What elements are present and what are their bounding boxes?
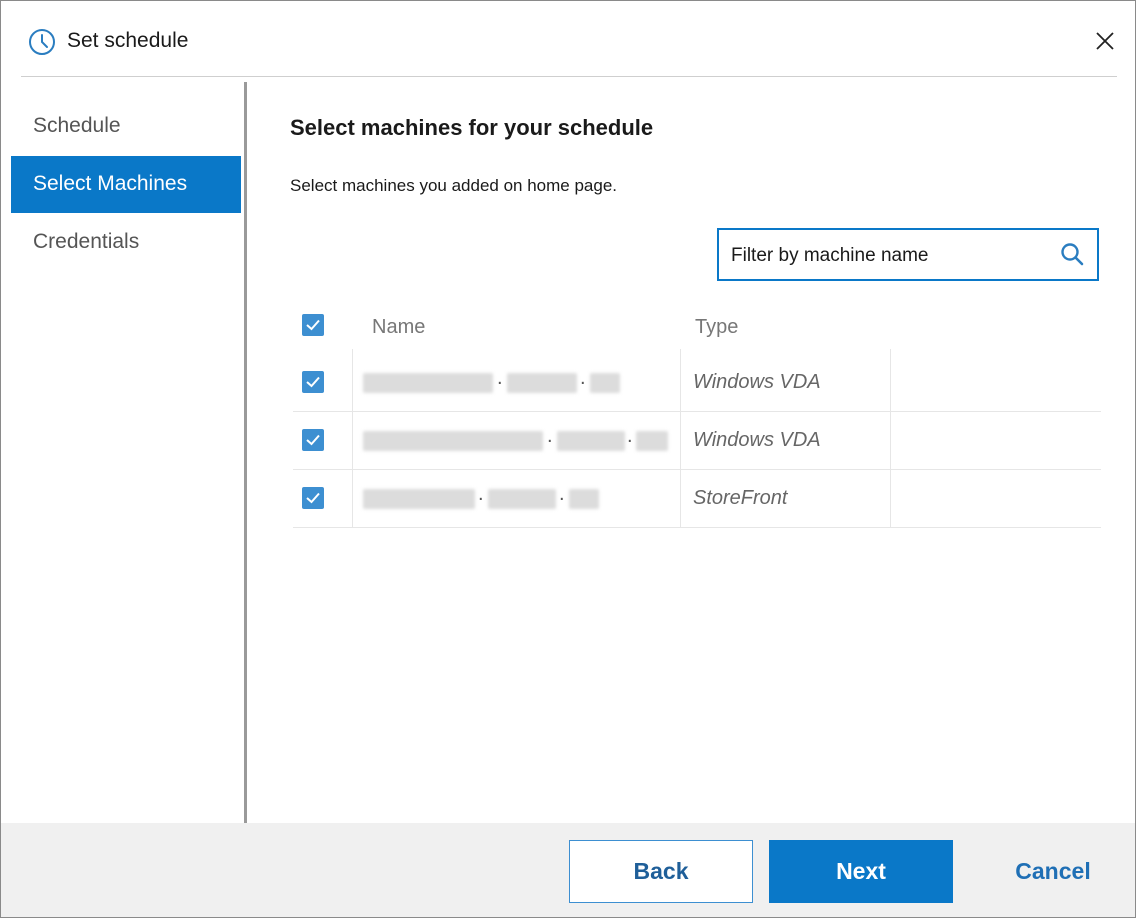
column-divider	[890, 407, 891, 469]
sidebar-item-schedule[interactable]: Schedule	[11, 98, 241, 155]
clock-icon	[29, 29, 55, 55]
row-checkbox[interactable]	[302, 487, 324, 509]
sidebar-item-label: Schedule	[33, 114, 121, 137]
sidebar-item-credentials[interactable]: Credentials	[11, 214, 241, 271]
column-divider	[890, 465, 891, 527]
check-icon	[306, 492, 320, 504]
search-icon[interactable]	[1059, 241, 1085, 267]
check-icon	[306, 434, 320, 446]
machine-type: Windows VDA	[693, 429, 821, 451]
row-checkbox[interactable]	[302, 371, 324, 393]
close-button[interactable]	[1085, 21, 1125, 61]
title-bar: Set schedule	[1, 1, 1135, 81]
table-row[interactable]: . . Windows VDA	[293, 407, 1101, 470]
page-subtitle: Select machines you added on home page.	[290, 176, 618, 195]
table-row[interactable]: . . Windows VDA	[293, 349, 1101, 412]
window-title: Set schedule	[67, 29, 189, 52]
column-header-type[interactable]: Type	[695, 316, 738, 339]
column-header-name[interactable]: Name	[372, 316, 425, 339]
sidebar-item-label: Credentials	[33, 230, 140, 253]
column-divider	[352, 349, 353, 411]
column-divider	[352, 465, 353, 527]
column-divider	[890, 349, 891, 411]
column-divider	[680, 465, 681, 527]
back-button[interactable]: Back	[569, 840, 753, 903]
select-all-checkbox[interactable]	[302, 314, 324, 336]
close-icon	[1096, 32, 1114, 50]
filter-box	[717, 228, 1099, 281]
sidebar-item-label: Select Machines	[33, 172, 188, 195]
row-checkbox[interactable]	[302, 429, 324, 451]
title-divider	[21, 76, 1117, 77]
machine-type: StoreFront	[693, 487, 788, 509]
next-button[interactable]: Next	[769, 840, 953, 903]
column-divider	[352, 407, 353, 469]
filter-input[interactable]	[729, 230, 1043, 281]
wizard-sidebar: Schedule Select Machines Credentials	[1, 82, 247, 823]
table-row[interactable]: . . StoreFront	[293, 465, 1101, 528]
sidebar-item-select-machines[interactable]: Select Machines	[11, 156, 241, 213]
cancel-button[interactable]: Cancel	[973, 840, 1133, 903]
check-icon	[306, 376, 320, 388]
main-panel: Select machines for your schedule Select…	[247, 82, 1135, 823]
dialog-footer: Back Next Cancel	[1, 823, 1135, 917]
column-divider	[680, 407, 681, 469]
machine-type: Windows VDA	[693, 371, 821, 393]
page-title: Select machines for your schedule	[290, 115, 654, 140]
table-header: Name Type	[293, 298, 1101, 353]
check-icon	[306, 319, 320, 331]
set-schedule-dialog: Set schedule Schedule Select Machines Cr…	[0, 0, 1136, 918]
column-divider	[680, 349, 681, 411]
